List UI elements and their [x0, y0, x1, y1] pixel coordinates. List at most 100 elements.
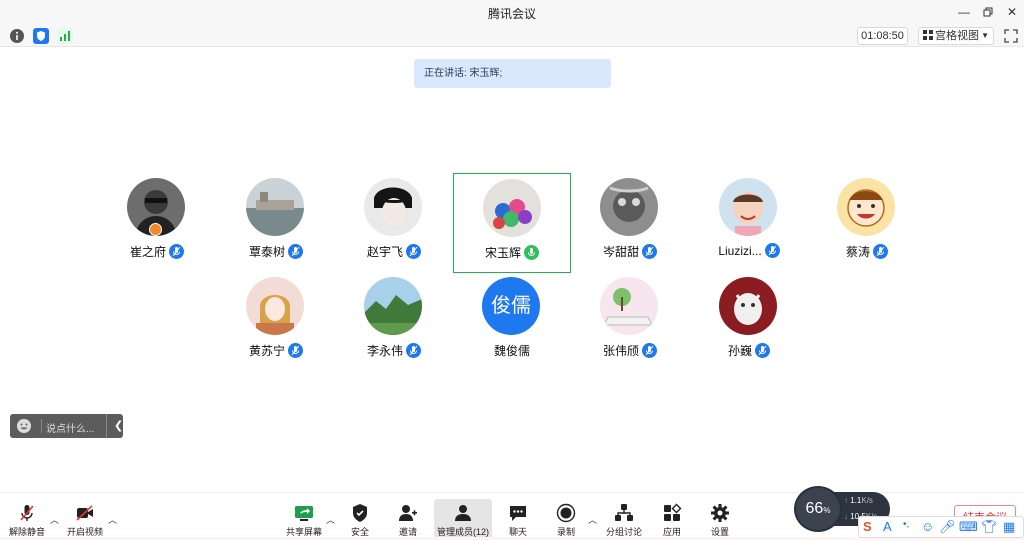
security-label: 安全 — [350, 527, 369, 537]
info-icon[interactable] — [9, 28, 25, 44]
breakout-label: 分组讨论 — [605, 527, 642, 537]
participant-tile[interactable]: 俊儒 魏俊儒 — [453, 272, 571, 372]
avatar — [600, 178, 658, 236]
mic-speaking-icon — [524, 245, 539, 260]
participant-tile[interactable]: 岑甜甜 — [571, 173, 689, 273]
mic-muted-icon — [873, 244, 888, 259]
fullscreen-icon[interactable] — [1004, 29, 1018, 43]
emoji-icon[interactable] — [16, 418, 32, 434]
meeting-timer: 01:08:50 — [857, 27, 908, 45]
participant-tile[interactable]: 蔡涛 — [808, 173, 926, 273]
start-video-label: 开启视频 — [66, 527, 103, 537]
divider — [41, 419, 42, 433]
avatar — [719, 277, 777, 335]
upload-speed: 1.1 — [850, 496, 862, 505]
chevron-up-icon[interactable]: ︿ — [326, 513, 335, 526]
minimize-button[interactable]: — — [954, 3, 974, 21]
ime-toolbar[interactable]: S A •, ☺ 🎤︎ ⌨ 👕︎ ▦ — [858, 516, 1024, 538]
participant-tile[interactable]: 张伟颀 — [571, 272, 689, 372]
mic-muted-icon — [288, 343, 303, 358]
view-mode-label: 宫格视图 — [935, 30, 979, 42]
quick-chat-input[interactable]: 说点什么... ❮ — [10, 414, 123, 438]
close-button[interactable]: ✕ — [1002, 3, 1022, 21]
chevron-left-icon[interactable]: ❮ — [114, 419, 123, 432]
active-speaker-banner: 正在讲话: 宋玉辉; — [414, 59, 611, 88]
record-icon — [556, 503, 576, 523]
participant-name: 孙巍 — [727, 344, 752, 358]
participant-tile[interactable]: 赵宇飞 — [335, 173, 453, 273]
chat-label: 聊天 — [508, 527, 527, 537]
participant-tile[interactable]: 崔之府 — [98, 173, 216, 273]
invite-label: 邀请 — [398, 527, 417, 537]
settings-button[interactable]: 设置 — [703, 499, 737, 539]
participant-tile[interactable]: 覃泰树 — [217, 173, 335, 273]
participant-name: Liuzizi... — [718, 243, 762, 258]
mic-off-icon — [20, 505, 34, 521]
chat-button[interactable]: 聊天 — [501, 499, 535, 539]
signal-strength-icon[interactable] — [57, 28, 73, 44]
view-mode-select[interactable]: 宫格视图 ▼ — [918, 27, 994, 45]
participant-name: 岑甜甜 — [602, 245, 639, 259]
keyboard-icon[interactable]: ⌨ — [959, 519, 978, 535]
participant-tile[interactable]: 孙巍 — [690, 272, 808, 372]
share-screen-button[interactable]: 共享屏幕 — [283, 499, 325, 539]
skin-icon[interactable]: 👕︎ — [981, 519, 998, 535]
grid-view-icon — [923, 30, 933, 40]
avatar — [483, 179, 541, 237]
breakout-rooms-button[interactable]: 分组讨论 — [604, 499, 644, 539]
invite-button[interactable]: 邀请 — [391, 499, 425, 539]
chevron-down-icon: ▼ — [981, 31, 989, 40]
avatar — [364, 178, 422, 236]
avatar — [719, 178, 777, 236]
chevron-up-icon[interactable]: ︿ — [108, 513, 117, 526]
toolbox-icon[interactable]: ▦ — [1003, 519, 1015, 535]
unmute-label: 解除静音 — [8, 527, 45, 537]
record-label: 录制 — [556, 527, 575, 537]
add-user-icon — [399, 505, 417, 521]
upload-unit: K/s — [861, 496, 873, 505]
start-video-button[interactable]: 开启视频 — [64, 499, 106, 539]
avatar — [837, 178, 895, 236]
host-badge-icon — [149, 223, 162, 236]
security-button[interactable]: 安全 — [343, 499, 377, 539]
participant-name: 蔡涛 — [845, 245, 870, 259]
avatar — [246, 277, 304, 335]
participant-tile[interactable]: 李永伟 — [335, 272, 453, 372]
punctuation-icon[interactable]: •, — [903, 519, 909, 530]
settings-label: 设置 — [710, 527, 729, 537]
apps-icon — [664, 503, 682, 521]
ime-mode-icon[interactable]: A — [883, 519, 892, 534]
unmute-button[interactable]: 解除静音 — [6, 499, 48, 539]
sogou-logo-icon: S — [863, 519, 872, 534]
shield-icon — [353, 504, 367, 522]
mic-muted-icon — [764, 243, 780, 259]
shield-icon[interactable] — [33, 28, 49, 44]
participant-tile[interactable]: Liuzizi... — [690, 173, 808, 273]
chat-placeholder: 说点什么... — [46, 424, 95, 435]
restore-button[interactable] — [978, 3, 998, 21]
voice-input-icon[interactable]: 🎤︎ — [939, 519, 956, 535]
mic-muted-icon — [755, 343, 770, 358]
mic-muted-icon — [406, 343, 421, 358]
chevron-up-icon[interactable]: ︿ — [588, 513, 597, 526]
chevron-up-icon[interactable]: ︿ — [50, 513, 59, 526]
participant-name: 黄苏宁 — [248, 344, 285, 358]
mic-muted-icon — [642, 244, 657, 259]
members-icon — [455, 505, 471, 521]
usage-gauge: 66% — [794, 486, 842, 532]
record-button[interactable]: 录制 — [549, 499, 583, 539]
mic-muted-icon — [642, 343, 657, 358]
participant-name: 覃泰树 — [248, 245, 285, 259]
apps-button[interactable]: 应用 — [655, 499, 689, 539]
share-screen-icon — [295, 506, 313, 521]
chat-icon — [510, 506, 526, 521]
participant-name: 张伟颀 — [602, 344, 639, 358]
manage-members-button[interactable]: 管理成员(12) — [434, 499, 492, 539]
participant-name: 宋玉辉 — [484, 246, 521, 260]
participant-tile[interactable]: 黄苏宁 — [217, 272, 335, 372]
emoji-icon[interactable]: ☺ — [921, 519, 934, 534]
participant-tile-active-speaker[interactable]: 宋玉辉 — [453, 173, 571, 273]
participant-name: 崔之府 — [129, 245, 166, 259]
mic-muted-icon — [169, 244, 184, 259]
mic-muted-icon — [406, 244, 421, 259]
